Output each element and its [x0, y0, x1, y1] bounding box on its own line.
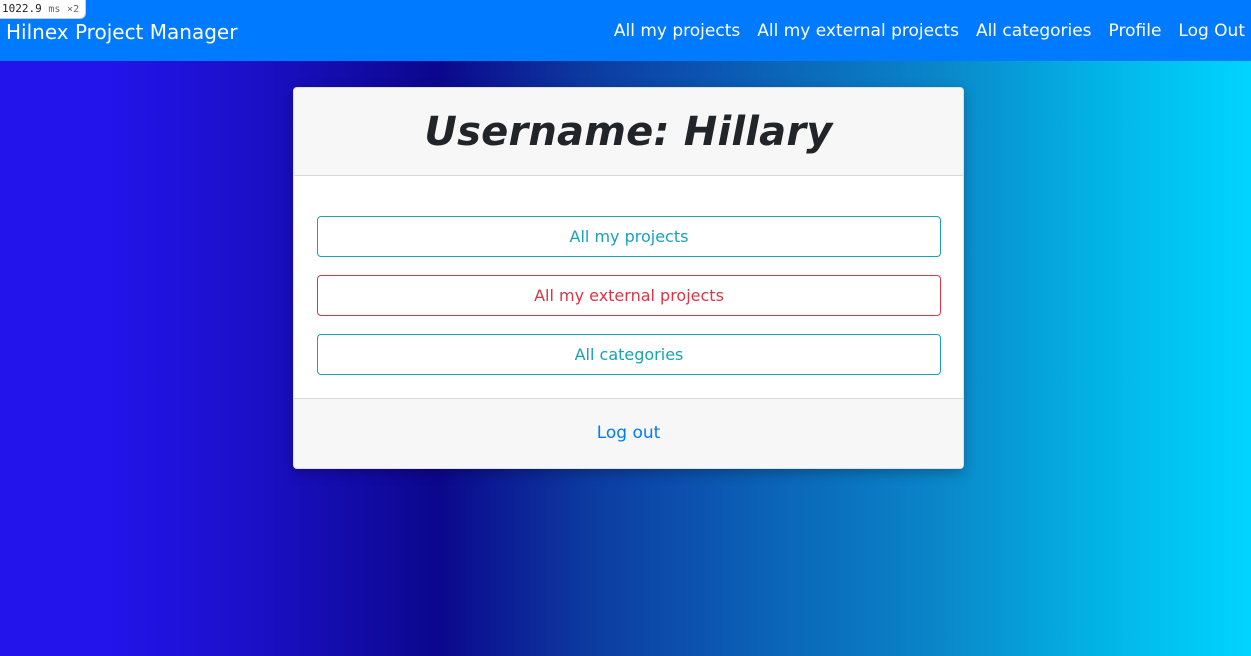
profile-card: Username: Hillary All my projects All my… — [293, 87, 964, 469]
perf-unit: ms — [48, 4, 61, 15]
nav-link-log-out[interactable]: Log Out — [1178, 21, 1245, 41]
nav-link-profile[interactable]: Profile — [1109, 21, 1162, 41]
nav-link-all-categories[interactable]: All categories — [976, 21, 1092, 41]
perf-badge: 1022.9 ms ×2 — [0, 0, 87, 19]
card-footer: Log out — [294, 398, 963, 468]
nav-link-all-my-external-projects[interactable]: All my external projects — [757, 21, 959, 41]
card-body: All my projects All my external projects… — [294, 176, 963, 398]
page-title: Username: Hillary — [424, 108, 833, 155]
card-header: Username: Hillary — [294, 88, 963, 176]
brand-link[interactable]: Hilnex Project Manager — [6, 20, 237, 44]
nav-links: All my projects All my external projects… — [597, 21, 1245, 41]
all-my-external-projects-button[interactable]: All my external projects — [317, 275, 941, 316]
log-out-link[interactable]: Log out — [597, 423, 661, 443]
nav-link-all-my-projects[interactable]: All my projects — [614, 21, 740, 41]
perf-time: 1022.9 — [2, 2, 42, 15]
perf-multiplier: ×2 — [67, 4, 80, 15]
top-navbar: Hilnex Project Manager All my projects A… — [0, 0, 1251, 61]
all-categories-button[interactable]: All categories — [317, 334, 941, 375]
all-my-projects-button[interactable]: All my projects — [317, 216, 941, 257]
